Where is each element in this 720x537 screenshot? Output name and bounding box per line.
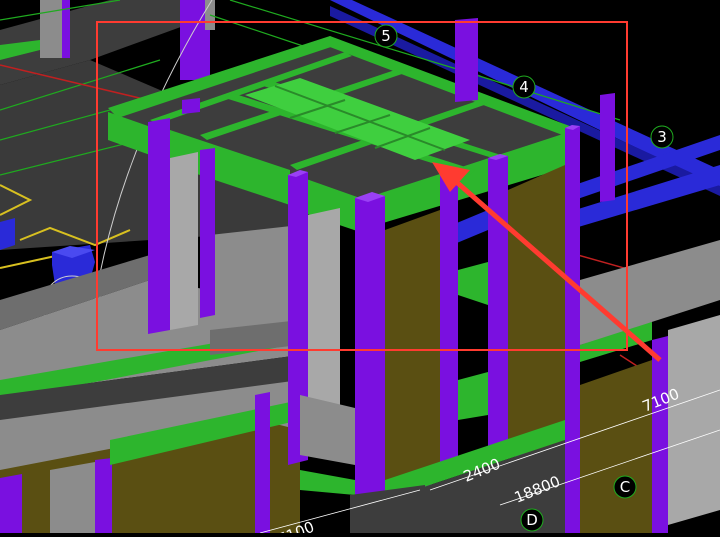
svg-text:C: C [620, 478, 630, 496]
mid-walls [210, 225, 300, 355]
svg-text:D: D [526, 511, 538, 529]
grid-bubble-d: D [520, 508, 544, 532]
svg-text:5: 5 [381, 27, 391, 45]
3d-model-viewport[interactable]: 7100 2400 18800 7100 5 4 3 C D [0, 0, 720, 537]
svg-text:4: 4 [519, 78, 529, 96]
grid-bubble-3: 3 [650, 125, 674, 149]
grid-bubble-4: 4 [512, 75, 536, 99]
svg-text:3: 3 [657, 128, 667, 146]
grid-bubble-c: C [613, 475, 637, 499]
grid-bubble-5: 5 [374, 24, 398, 48]
